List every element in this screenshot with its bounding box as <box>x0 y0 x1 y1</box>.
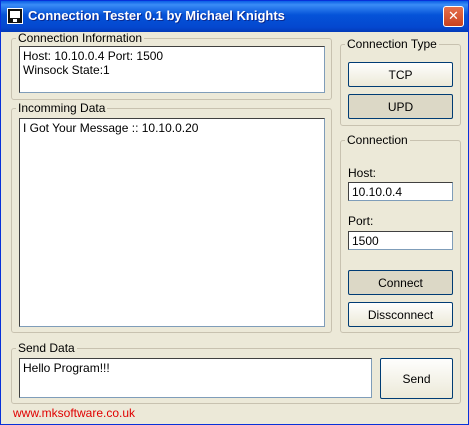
tcp-button[interactable]: TCP <box>348 62 453 87</box>
port-label: Port: <box>348 214 374 228</box>
close-icon: ✕ <box>448 9 459 24</box>
connection-legend: Connection <box>347 133 408 147</box>
connection-info-legend: Connection Information <box>18 31 143 45</box>
incoming-data-legend: Incomming Data <box>18 101 106 115</box>
send-data-legend: Send Data <box>18 341 75 355</box>
title-bar[interactable]: Connection Tester 0.1 by Michael Knights… <box>1 1 468 32</box>
window-title: Connection Tester 0.1 by Michael Knights <box>28 8 285 23</box>
monitor-icon <box>7 8 23 24</box>
connection-type-legend: Connection Type <box>347 37 437 51</box>
connection-info-textbox[interactable]: Host: 10.10.0.4 Port: 1500 Winsock State… <box>19 46 325 93</box>
udp-button[interactable]: UPD <box>348 94 453 119</box>
send-button[interactable]: Send <box>380 358 453 399</box>
host-input[interactable]: 10.10.0.4 <box>348 182 453 201</box>
incoming-data-textbox[interactable]: I Got Your Message :: 10.10.0.20 <box>19 118 325 327</box>
host-label: Host: <box>348 166 377 180</box>
disconnect-button[interactable]: Dissconnect <box>348 302 453 327</box>
close-button[interactable]: ✕ <box>443 6 464 27</box>
app-window: Connection Tester 0.1 by Michael Knights… <box>0 0 469 425</box>
port-input[interactable]: 1500 <box>348 231 453 250</box>
website-link[interactable]: www.mksoftware.co.uk <box>13 406 135 420</box>
send-data-textbox[interactable]: Hello Program!!! <box>19 358 372 398</box>
connect-button[interactable]: Connect <box>348 270 453 295</box>
